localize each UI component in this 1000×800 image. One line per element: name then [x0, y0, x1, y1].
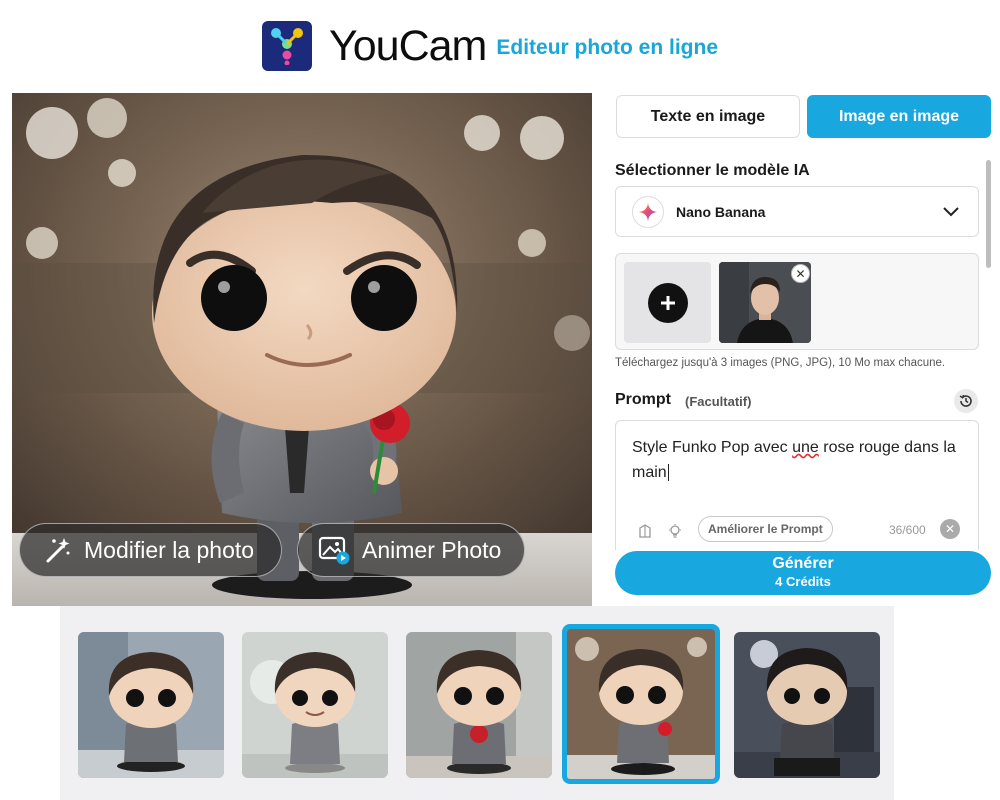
prompt-toolbar: Améliorer le Prompt 36/600 ✕: [615, 516, 979, 550]
plus-icon: [647, 282, 688, 323]
app-header: YouCam Editeur photo en ligne: [262, 20, 718, 72]
character-counter: 36/600: [889, 523, 926, 537]
generate-label: Générer: [772, 555, 834, 572]
result-thumbnail-3[interactable]: [406, 632, 552, 778]
generator-panel: Texte en image Image en image Sélectionn…: [600, 93, 1000, 606]
chevron-down-icon: [942, 202, 960, 225]
animate-photo-button[interactable]: Animer Photo: [297, 523, 525, 577]
upload-hint-text: Téléchargez jusqu'à 3 images (PNG, JPG),…: [615, 357, 946, 369]
image-upload-area: ✕: [615, 253, 979, 350]
panel-scrollbar[interactable]: [986, 160, 991, 268]
result-thumbnail-2[interactable]: [242, 632, 388, 778]
tab-text-to-image[interactable]: Texte en image: [616, 95, 800, 138]
gemini-sparkle-icon: [632, 195, 664, 228]
main-preview-image: Modifier la photo Animer Photo: [12, 93, 592, 606]
brand-name: YouCam: [329, 21, 487, 70]
remove-image-button[interactable]: ✕: [791, 264, 810, 283]
improve-prompt-button[interactable]: Améliorer le Prompt: [698, 516, 833, 542]
close-icon: ✕: [944, 522, 956, 536]
prompt-text: Style Funko Pop avec une rose rouge dans…: [632, 439, 956, 481]
model-section-title: Sélectionner le modèle IA: [615, 162, 810, 179]
animate-photo-label: Animer Photo: [362, 536, 502, 563]
prompt-label: Prompt: [615, 391, 671, 408]
animate-image-icon: [318, 535, 350, 565]
close-icon: ✕: [795, 266, 806, 281]
history-icon[interactable]: [954, 389, 978, 413]
youcam-logo-icon: [262, 21, 312, 71]
prompt-optional-label: (Facultatif): [685, 394, 752, 409]
result-thumbnail-1[interactable]: [78, 632, 224, 778]
ai-model-dropdown[interactable]: Nano Banana: [615, 186, 979, 237]
generate-button[interactable]: Générer 4 Crédits: [615, 551, 991, 595]
tab-image-to-image[interactable]: Image en image: [807, 95, 991, 138]
brand-tagline: Editeur photo en ligne: [496, 36, 719, 59]
modify-photo-label: Modifier la photo: [84, 536, 255, 563]
add-image-button[interactable]: [624, 262, 711, 343]
results-strip: [60, 606, 894, 800]
result-thumbnail-5[interactable]: [734, 632, 880, 778]
selected-model-name: Nano Banana: [676, 203, 766, 220]
modify-photo-button[interactable]: Modifier la photo: [19, 523, 282, 577]
clear-prompt-button[interactable]: ✕: [940, 519, 960, 539]
generate-credits: 4 Crédits: [775, 574, 831, 589]
magic-wand-icon: [42, 535, 72, 565]
lightbulb-icon[interactable]: [665, 521, 685, 541]
result-thumbnail-4-selected[interactable]: [562, 624, 720, 784]
image-reference-icon[interactable]: [635, 521, 655, 541]
